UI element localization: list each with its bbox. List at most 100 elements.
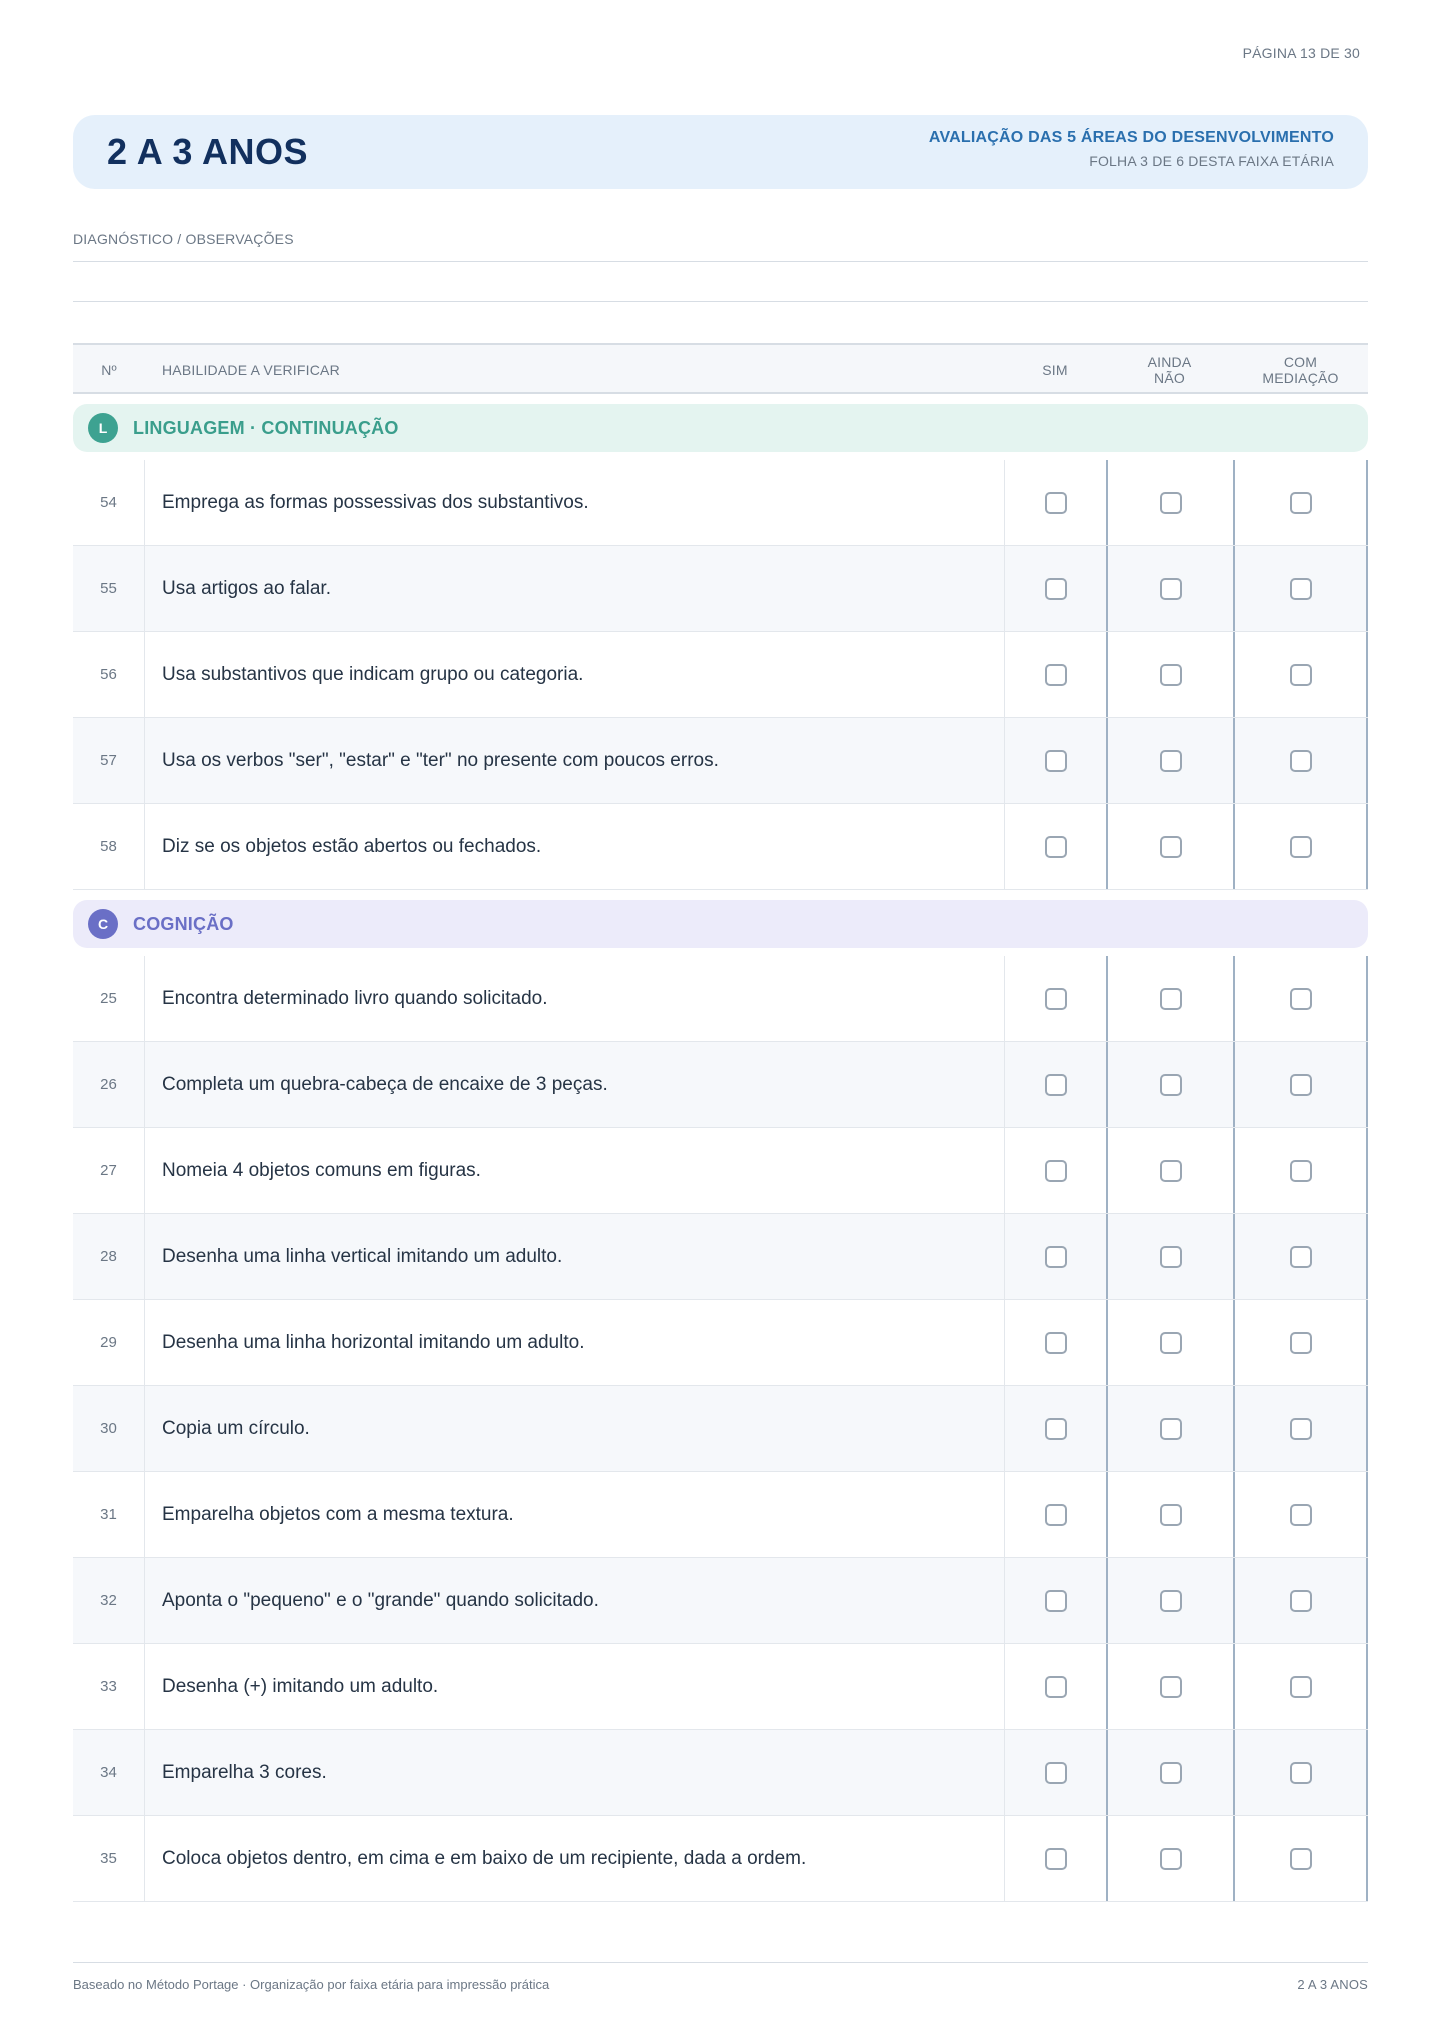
row-skill-text: Desenha uma linha vertical imitando um a… bbox=[162, 1245, 563, 1267]
checkbox-ainda-nao[interactable] bbox=[1159, 835, 1182, 858]
checkbox-com-mediacao[interactable] bbox=[1289, 1589, 1312, 1612]
checkbox-sim[interactable] bbox=[1044, 1159, 1067, 1182]
row-skill-text: Usa substantivos que indicam grupo ou ca… bbox=[162, 663, 584, 685]
checkbox-sim[interactable] bbox=[1044, 663, 1067, 686]
cell-com-mediacao bbox=[1233, 1128, 1368, 1213]
cell-com-mediacao bbox=[1233, 1214, 1368, 1299]
checkbox-sim[interactable] bbox=[1044, 1245, 1067, 1268]
checkbox-ainda-nao[interactable] bbox=[1159, 1331, 1182, 1354]
checkbox-com-mediacao[interactable] bbox=[1289, 491, 1312, 514]
checkbox-sim[interactable] bbox=[1044, 1761, 1067, 1784]
cell-sim bbox=[1004, 1816, 1106, 1901]
row-number: 54 bbox=[73, 460, 145, 545]
table-row: 32 Aponta o "pequeno" e o "grande" quando… bbox=[73, 1558, 1368, 1644]
checkbox-sim[interactable] bbox=[1044, 1675, 1067, 1698]
row-skill-text: Copia um círculo. bbox=[162, 1417, 310, 1439]
checkbox-com-mediacao[interactable] bbox=[1289, 1159, 1312, 1182]
checkbox-com-mediacao[interactable] bbox=[1289, 1503, 1312, 1526]
checkbox-com-mediacao[interactable] bbox=[1289, 1245, 1312, 1268]
checkbox-com-mediacao[interactable] bbox=[1289, 1417, 1312, 1440]
checkbox-ainda-nao[interactable] bbox=[1159, 663, 1182, 686]
section-rows: 54 Emprega as formas possessivas dos subs… bbox=[73, 460, 1368, 890]
checkbox-ainda-nao[interactable] bbox=[1159, 1159, 1182, 1182]
cell-com-mediacao bbox=[1233, 1300, 1368, 1385]
cell-com-mediacao bbox=[1233, 546, 1368, 631]
checkbox-com-mediacao[interactable] bbox=[1289, 577, 1312, 600]
table-row: 55 Usa artigos ao falar. bbox=[73, 546, 1368, 632]
checkbox-ainda-nao[interactable] bbox=[1159, 577, 1182, 600]
checkbox-ainda-nao[interactable] bbox=[1159, 749, 1182, 772]
checkbox-sim[interactable] bbox=[1044, 1331, 1067, 1354]
skills-table: Nº HABILIDADE A VERIFICAR SIM AINDA NÃO … bbox=[73, 343, 1368, 1902]
cell-sim bbox=[1004, 1128, 1106, 1213]
checkbox-ainda-nao[interactable] bbox=[1159, 1761, 1182, 1784]
cell-com-mediacao bbox=[1233, 1730, 1368, 1815]
row-skill-text: Desenha uma linha horizontal imitando um… bbox=[162, 1331, 585, 1353]
checkbox-com-mediacao[interactable] bbox=[1289, 1847, 1312, 1870]
cell-ainda-nao bbox=[1106, 956, 1233, 1041]
cell-ainda-nao bbox=[1106, 1214, 1233, 1299]
checkbox-com-mediacao[interactable] bbox=[1289, 835, 1312, 858]
cell-com-mediacao bbox=[1233, 1042, 1368, 1127]
checkbox-com-mediacao[interactable] bbox=[1289, 1675, 1312, 1698]
cell-sim bbox=[1004, 718, 1106, 803]
row-skill-text: Completa um quebra-cabeça de encaixe de … bbox=[162, 1073, 608, 1095]
cell-sim bbox=[1004, 546, 1106, 631]
page-title: 2 A 3 ANOS bbox=[107, 131, 309, 172]
table-row: 29 Desenha uma linha horizontal imitando … bbox=[73, 1300, 1368, 1386]
table-row: 30 Copia um círculo. bbox=[73, 1386, 1368, 1472]
diagnosis-line-1[interactable] bbox=[73, 261, 1368, 262]
header-right: AVALIAÇÃO DAS 5 ÁREAS DO DESENVOLVIMENTO… bbox=[929, 129, 1334, 169]
cell-ainda-nao bbox=[1106, 718, 1233, 803]
cell-com-mediacao bbox=[1233, 632, 1368, 717]
checkbox-com-mediacao[interactable] bbox=[1289, 1761, 1312, 1784]
cell-sim bbox=[1004, 1300, 1106, 1385]
checkbox-ainda-nao[interactable] bbox=[1159, 1503, 1182, 1526]
header-subtitle: AVALIAÇÃO DAS 5 ÁREAS DO DESENVOLVIMENTO bbox=[928, 129, 1334, 146]
checkbox-ainda-nao[interactable] bbox=[1159, 1675, 1182, 1698]
row-number: 34 bbox=[73, 1730, 145, 1815]
cell-sim bbox=[1004, 1558, 1106, 1643]
cell-com-mediacao bbox=[1233, 1472, 1368, 1557]
checkbox-sim[interactable] bbox=[1044, 1847, 1067, 1870]
header-band: 2 A 3 ANOS AVALIAÇÃO DAS 5 ÁREAS DO DESE… bbox=[73, 115, 1368, 189]
checkbox-ainda-nao[interactable] bbox=[1159, 987, 1182, 1010]
checkbox-com-mediacao[interactable] bbox=[1289, 1073, 1312, 1096]
checkbox-sim[interactable] bbox=[1044, 491, 1067, 514]
checkbox-sim[interactable] bbox=[1044, 1589, 1067, 1612]
cell-ainda-nao bbox=[1106, 1386, 1233, 1471]
row-number: 58 bbox=[73, 804, 145, 889]
row-skill-text: Emparelha 3 cores. bbox=[162, 1761, 327, 1783]
checkbox-com-mediacao[interactable] bbox=[1289, 987, 1312, 1010]
row-number: 28 bbox=[73, 1214, 145, 1299]
row-number: 30 bbox=[73, 1386, 145, 1471]
header-ainda-nao-label: AINDA NÃO bbox=[1147, 353, 1192, 386]
row-number: 32 bbox=[73, 1558, 145, 1643]
diagnosis-line-2[interactable] bbox=[73, 301, 1368, 302]
checkbox-sim[interactable] bbox=[1044, 577, 1067, 600]
checkbox-com-mediacao[interactable] bbox=[1289, 1331, 1312, 1354]
footer-right: 2 A 3 ANOS bbox=[1297, 1977, 1368, 1992]
checkbox-sim[interactable] bbox=[1044, 1503, 1067, 1526]
section-header-linguagem: L LINGUAGEM · CONTINUAÇÃO bbox=[73, 404, 1368, 452]
checkbox-com-mediacao[interactable] bbox=[1289, 663, 1312, 686]
cell-ainda-nao bbox=[1106, 1816, 1233, 1901]
table-row: 34 Emparelha 3 cores. bbox=[73, 1730, 1368, 1816]
checkbox-sim[interactable] bbox=[1044, 749, 1067, 772]
checkbox-com-mediacao[interactable] bbox=[1289, 749, 1312, 772]
cell-com-mediacao bbox=[1233, 460, 1368, 545]
checkbox-sim[interactable] bbox=[1044, 1073, 1067, 1096]
checkbox-ainda-nao[interactable] bbox=[1159, 1847, 1182, 1870]
checkbox-ainda-nao[interactable] bbox=[1159, 1073, 1182, 1096]
checkbox-ainda-nao[interactable] bbox=[1159, 1589, 1182, 1612]
checkbox-ainda-nao[interactable] bbox=[1159, 491, 1182, 514]
checkbox-ainda-nao[interactable] bbox=[1159, 1245, 1182, 1268]
checkbox-sim[interactable] bbox=[1044, 1417, 1067, 1440]
header-com-mediacao-label: COM MEDIAÇÃO bbox=[1262, 353, 1339, 386]
section-badge: C bbox=[88, 909, 118, 939]
checkbox-sim[interactable] bbox=[1044, 987, 1067, 1010]
checkbox-sim[interactable] bbox=[1044, 835, 1067, 858]
table-row: 57 Usa os verbos "ser", "estar" e "ter" n… bbox=[73, 718, 1368, 804]
table-row: 33 Desenha (+) imitando um adulto. bbox=[73, 1644, 1368, 1730]
checkbox-ainda-nao[interactable] bbox=[1159, 1417, 1182, 1440]
